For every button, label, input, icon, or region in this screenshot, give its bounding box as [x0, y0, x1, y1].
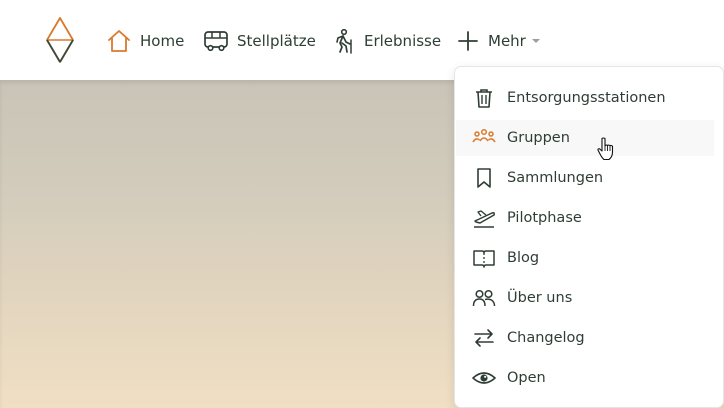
- airplane-icon: [471, 205, 497, 231]
- hiker-icon: [336, 28, 352, 54]
- menu-item-changelog[interactable]: Changelog: [456, 320, 714, 356]
- hand-pointer-cursor-icon: [597, 137, 614, 161]
- menu-item-label: Open: [507, 370, 546, 386]
- users-icon: [471, 285, 497, 311]
- menu-item-label: Blog: [507, 250, 540, 266]
- menu-item-label: Über uns: [507, 290, 573, 306]
- menu-item-label: Changelog: [507, 330, 585, 346]
- diamond-logo-icon[interactable]: [45, 16, 75, 64]
- nav-erlebnisse-link[interactable]: Erlebnisse: [332, 27, 441, 55]
- menu-item-label: Sammlungen: [507, 170, 604, 186]
- trash-icon: [471, 85, 497, 111]
- mehr-dropdown-menu: Entsorgungsstationen Gruppen Sammlungen: [454, 66, 724, 408]
- eye-icon: [471, 365, 497, 391]
- nav-mehr-label: Mehr: [488, 32, 526, 50]
- group-icon: [471, 125, 497, 151]
- home-icon: [108, 30, 130, 52]
- book-icon: [471, 245, 497, 271]
- nav-stellplaetze-label: Stellplätze: [237, 32, 316, 50]
- nav-mehr-dropdown-toggle[interactable]: Mehr: [456, 27, 540, 55]
- menu-item-label: Pilotphase: [507, 210, 582, 226]
- nav-home-label: Home: [140, 32, 185, 50]
- menu-item-blog[interactable]: Blog: [456, 240, 714, 276]
- menu-item-sammlungen[interactable]: Sammlungen: [456, 160, 714, 196]
- menu-item-open[interactable]: Open: [456, 360, 714, 396]
- menu-item-pilotphase[interactable]: Pilotphase: [456, 200, 714, 236]
- chevron-down-icon: [531, 39, 540, 43]
- nav-home-link[interactable]: Home: [106, 27, 184, 55]
- menu-item-entsorgungsstationen[interactable]: Entsorgungsstationen: [456, 80, 714, 116]
- bookmark-icon: [471, 165, 497, 191]
- menu-item-label: Gruppen: [507, 130, 570, 146]
- menu-item-label: Entsorgungsstationen: [507, 90, 666, 106]
- nav-stellplaetze-link[interactable]: Stellplätze: [203, 27, 316, 55]
- menu-item-gruppen[interactable]: Gruppen: [456, 120, 714, 156]
- bus-icon: [204, 31, 228, 52]
- nav-erlebnisse-label: Erlebnisse: [364, 32, 442, 50]
- plus-icon: [458, 31, 478, 51]
- menu-item-ueber-uns[interactable]: Über uns: [456, 280, 714, 316]
- arrows-exchange-icon: [471, 325, 497, 351]
